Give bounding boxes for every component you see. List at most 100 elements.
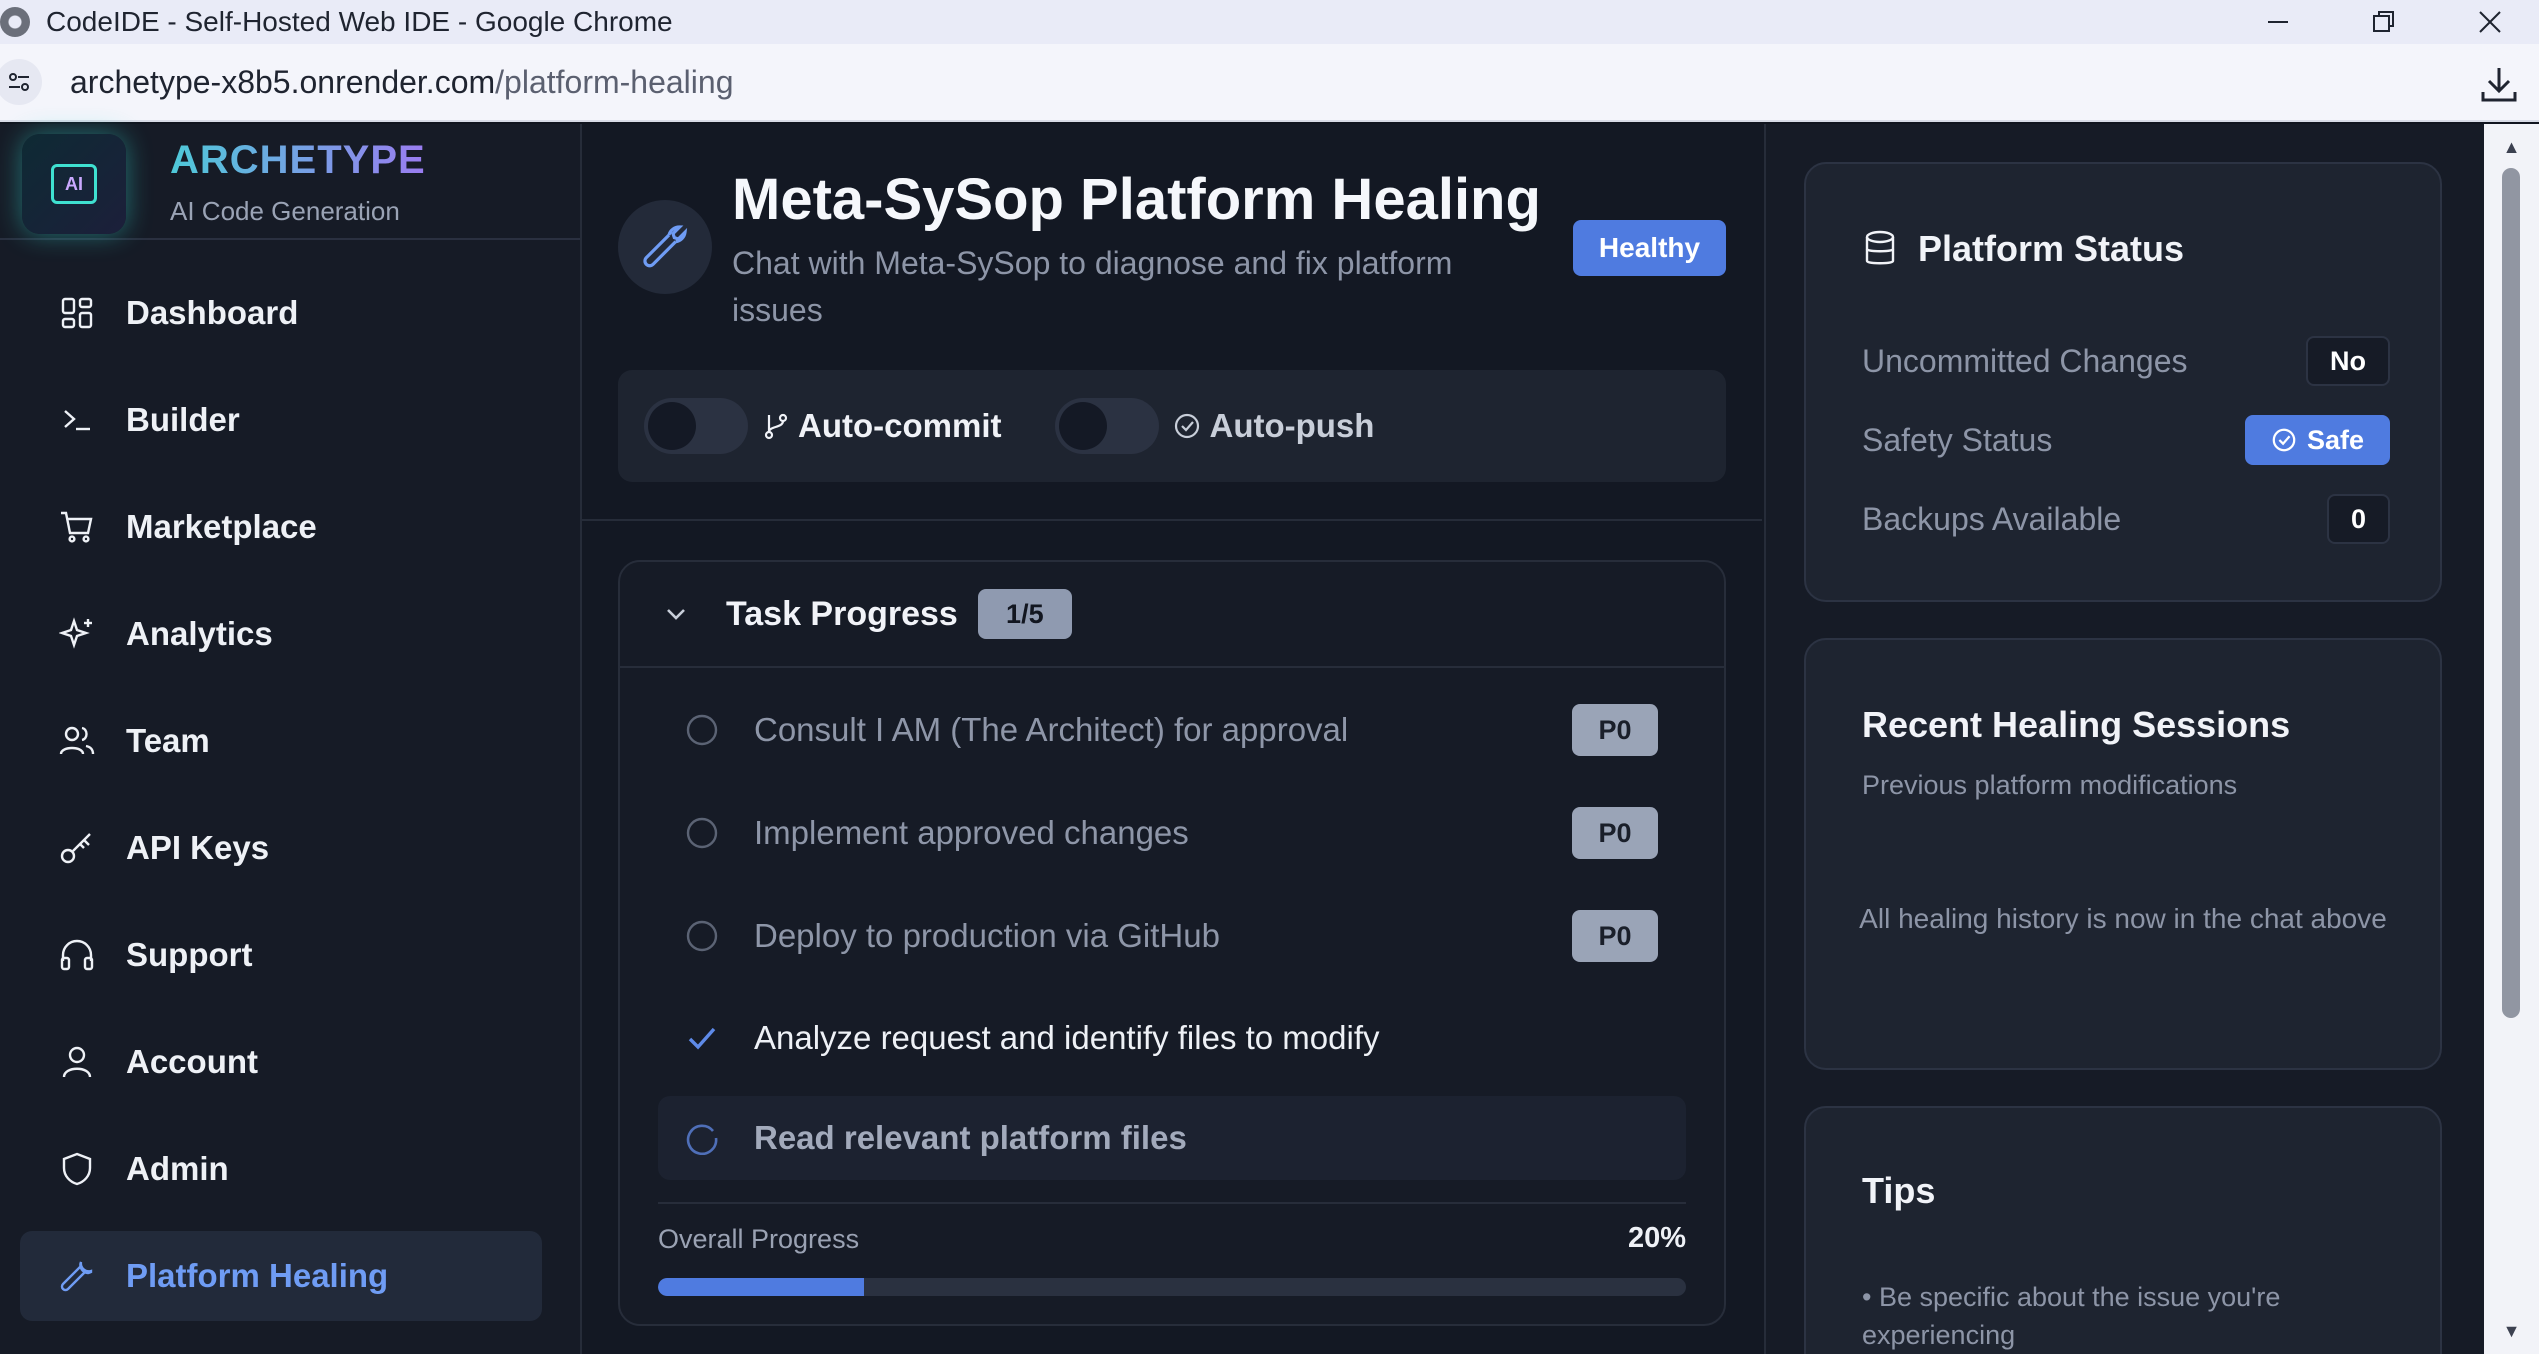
- task-item[interactable]: Analyze request and identify files to mo…: [658, 996, 1686, 1080]
- divider: [658, 1202, 1686, 1204]
- sidebar-item-label: Builder: [126, 401, 240, 438]
- sidebar-item-label: Marketplace: [126, 508, 317, 545]
- task-item[interactable]: Deploy to production via GitHub P0: [658, 894, 1686, 978]
- sidebar-item-platform-healing[interactable]: Platform Healing: [20, 1231, 542, 1321]
- auto-commit-label: Auto-commit: [762, 407, 1001, 445]
- toggle-knob: [648, 402, 696, 450]
- brand-name: ARCHETYPE: [170, 138, 426, 182]
- brand-header[interactable]: AI ARCHETYPE AI Code Generation: [0, 124, 580, 240]
- overall-progress-label: Overall Progress: [658, 1224, 860, 1254]
- priority-badge: P0: [1572, 704, 1658, 756]
- status-label: Uncommitted Changes: [1862, 342, 2188, 379]
- safety-badge: Safe: [2244, 415, 2390, 465]
- close-icon[interactable]: [2440, 0, 2539, 44]
- auto-push-label: Auto-push: [1173, 407, 1374, 445]
- database-icon: [1862, 229, 1898, 269]
- check-icon: [684, 1020, 720, 1056]
- platform-status-title-text: Platform Status: [1918, 228, 2185, 269]
- task-item[interactable]: Implement approved changes P0: [658, 791, 1686, 875]
- overall-progress-bar: [658, 1278, 1686, 1296]
- restore-icon[interactable]: [2334, 0, 2434, 44]
- scrollbar-thumb[interactable]: [2502, 168, 2520, 1018]
- auto-push-toggle[interactable]: [1055, 398, 1160, 454]
- sidebar-item-support[interactable]: Support: [20, 910, 542, 1000]
- sidebar-item-label: Platform Healing: [126, 1257, 389, 1294]
- priority-badge: P0: [1572, 910, 1658, 962]
- task-text: Consult I AM (The Architect) for approva…: [754, 711, 1349, 748]
- sidebar-item-admin[interactable]: Admin: [20, 1124, 542, 1214]
- page-title: Meta-SySop Platform Healing: [732, 167, 1541, 232]
- task-count-badge: 1/5: [977, 589, 1072, 639]
- task-text: Analyze request and identify files to mo…: [754, 1019, 1380, 1056]
- dashboard-icon: [58, 294, 96, 332]
- status-row-safety: Safety Status Safe: [1862, 415, 2390, 465]
- wrench-icon: [618, 200, 712, 294]
- sidebar-item-label: Account: [126, 1043, 258, 1080]
- auto-push-text: Auto-push: [1209, 407, 1375, 444]
- download-icon[interactable]: [2477, 62, 2521, 106]
- status-row-backups: Backups Available 0: [1862, 494, 2390, 544]
- sidebar: AI ARCHETYPE AI Code Generation Dashboar…: [0, 124, 582, 1354]
- sidebar-item-analytics[interactable]: Analytics: [20, 589, 542, 679]
- git-branch-icon: [762, 412, 790, 440]
- task-item[interactable]: Consult I AM (The Architect) for approva…: [658, 688, 1686, 772]
- sidebar-item-api-keys[interactable]: API Keys: [20, 803, 542, 893]
- recent-sessions-card: Recent Healing Sessions Previous platfor…: [1804, 638, 2442, 1070]
- app: AI ARCHETYPE AI Code Generation Dashboar…: [0, 124, 2539, 1354]
- url-text[interactable]: archetype-x8b5.onrender.com/platform-hea…: [70, 64, 733, 101]
- tip-item: • Be specific about the issue you're exp…: [1862, 1282, 2281, 1350]
- task-progress-header[interactable]: Task Progress 1/5: [620, 562, 1724, 668]
- shield-icon: [58, 1150, 96, 1188]
- status-badge: Healthy: [1573, 220, 1726, 276]
- minimize-icon[interactable]: [2228, 0, 2328, 44]
- archetype-logo: AI: [22, 134, 126, 234]
- sidebar-item-marketplace[interactable]: Marketplace: [20, 482, 542, 572]
- progress-fill: [658, 1278, 864, 1296]
- sidebar-item-label: Support: [126, 936, 253, 973]
- brand-tagline: AI Code Generation: [170, 196, 400, 226]
- url-host: archetype-x8b5.onrender.com: [70, 63, 496, 100]
- terminal-icon: [58, 401, 96, 439]
- task-progress-card: Task Progress 1/5 Consult I AM (The Arch…: [618, 560, 1726, 1326]
- sidebar-item-team[interactable]: Team: [20, 696, 542, 786]
- sidebar-nav: Dashboard Builder Marketplace Analytics …: [20, 268, 542, 1338]
- circle-icon: [684, 918, 720, 954]
- scroll-down-icon[interactable]: ▼: [2484, 1316, 2539, 1346]
- sidebar-item-builder[interactable]: Builder: [20, 375, 542, 465]
- auto-commit-text: Auto-commit: [798, 407, 1002, 444]
- circle-icon: [684, 815, 720, 851]
- overall-progress-percent: 20%: [1627, 1222, 1686, 1254]
- sidebar-item-label: Analytics: [126, 615, 273, 652]
- sidebar-item-label: API Keys: [126, 829, 270, 866]
- recent-sessions-note: All healing history is now in the chat a…: [1859, 903, 2387, 934]
- auto-commit-toggle[interactable]: [644, 398, 748, 454]
- task-progress-title: Task Progress: [726, 594, 958, 633]
- browser-title-bar: CodeIDE - Self-Hosted Web IDE - Google C…: [0, 0, 2539, 44]
- sparkles-icon: [58, 615, 96, 653]
- page-scrollbar[interactable]: ▲ ▼: [2484, 124, 2539, 1354]
- recent-sessions-subtitle: Previous platform modifications: [1862, 770, 2238, 800]
- circle-icon: [684, 712, 720, 748]
- sidebar-item-label: Team: [126, 722, 210, 759]
- chrome-logo-icon: [0, 7, 30, 37]
- priority-badge: P0: [1572, 807, 1658, 859]
- sidebar-item-label: Dashboard: [126, 294, 299, 331]
- divider: [582, 519, 1762, 521]
- safety-value: Safe: [2306, 424, 2364, 455]
- platform-status-title: Platform Status: [1862, 228, 2184, 270]
- chevron-down-icon[interactable]: [662, 600, 690, 628]
- task-item-current[interactable]: Read relevant platform files: [658, 1096, 1686, 1180]
- check-circle-icon: [2271, 427, 2297, 453]
- logo-chip-icon: AI: [51, 164, 97, 204]
- address-bar[interactable]: archetype-x8b5.onrender.com/platform-hea…: [0, 44, 2539, 122]
- main-content: Meta-SySop Platform Healing Chat with Me…: [582, 124, 1762, 1354]
- task-text: Implement approved changes: [754, 814, 1189, 851]
- user-icon: [58, 1043, 96, 1081]
- window-title: CodeIDE - Self-Hosted Web IDE - Google C…: [46, 6, 673, 37]
- wrench-icon: [58, 1257, 96, 1295]
- scroll-up-icon[interactable]: ▲: [2484, 132, 2539, 162]
- sidebar-item-account[interactable]: Account: [20, 1017, 542, 1107]
- status-label: Safety Status: [1862, 421, 2053, 458]
- site-info-icon[interactable]: [0, 59, 42, 105]
- sidebar-item-dashboard[interactable]: Dashboard: [20, 268, 542, 358]
